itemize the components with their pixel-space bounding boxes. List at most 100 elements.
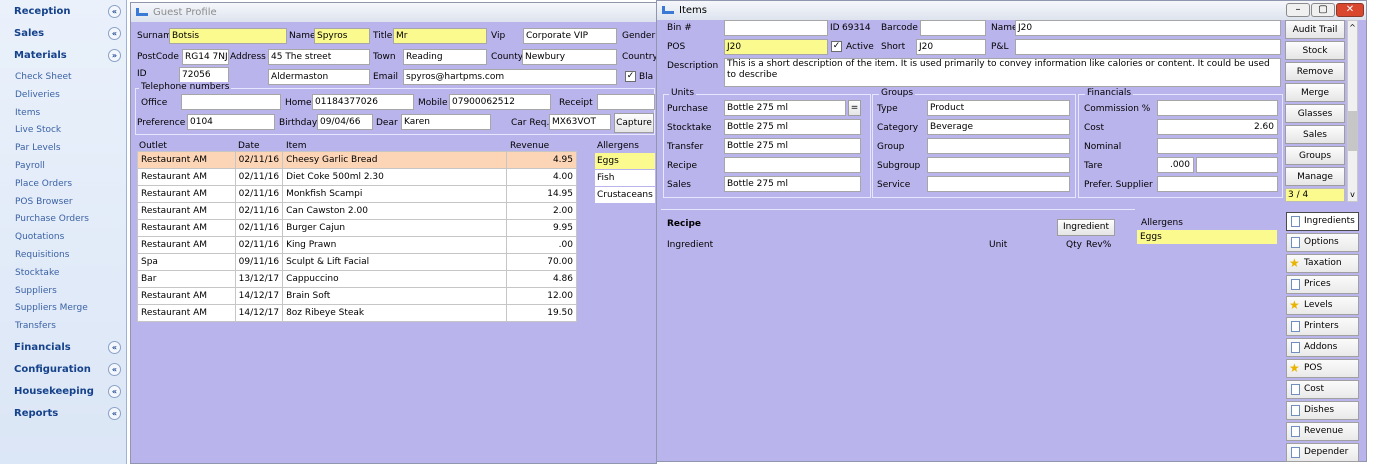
subgroup-field[interactable]	[927, 157, 1070, 173]
remove-button[interactable]: Remove	[1285, 62, 1345, 81]
group-field[interactable]	[927, 138, 1070, 154]
nav-section-reports[interactable]: Reports «	[0, 404, 127, 424]
sidebar-item-suppliers[interactable]: Suppliers	[15, 282, 57, 300]
transfer-field[interactable]: Bottle 275 ml	[724, 138, 861, 154]
allergen-item[interactable]: Fish	[595, 170, 655, 186]
tab-ingredients[interactable]: Ingredients	[1286, 212, 1359, 231]
dear-field[interactable]: Karen	[401, 114, 491, 130]
items-titlebar[interactable]: Items – ▢ ✕	[657, 1, 1366, 20]
table-row[interactable]: Restaurant AM 02/11/16 Monkfish Scampi 14.9…	[137, 185, 577, 203]
stock-button[interactable]: Stock	[1285, 41, 1345, 60]
chevron-icon[interactable]: «	[108, 27, 121, 40]
purchase-lookup-button[interactable]: =	[848, 100, 861, 116]
receipt-field[interactable]	[597, 94, 655, 110]
nav-section-sales[interactable]: Sales «	[0, 24, 127, 44]
audit-trail-button[interactable]: Audit Trail	[1285, 20, 1345, 39]
item-scrollbar[interactable]: ^ v	[1347, 20, 1358, 202]
sidebar-item-check-sheet[interactable]: Check Sheet	[15, 68, 72, 86]
chevron-icon[interactable]: «	[108, 341, 121, 354]
tab-options[interactable]: Options	[1286, 233, 1359, 252]
pl-field[interactable]	[1015, 39, 1281, 55]
nav-section-materials[interactable]: Materials»	[0, 46, 127, 66]
short-field[interactable]: J20	[916, 39, 986, 55]
category-field[interactable]: Beverage	[927, 119, 1070, 135]
nav-section-housekeeping[interactable]: Housekeeping «	[0, 382, 127, 402]
chevron-icon[interactable]: «	[108, 363, 121, 376]
commission-field[interactable]	[1157, 100, 1278, 116]
item-name-field[interactable]: J20	[1015, 20, 1281, 36]
allergen-item[interactable]: Eggs	[1137, 230, 1277, 244]
tab-pos[interactable]: ★ POS	[1286, 359, 1359, 378]
scroll-down-icon[interactable]: v	[1348, 190, 1357, 199]
address2-field[interactable]: Aldermaston	[268, 69, 370, 85]
allergen-item[interactable]: Eggs	[595, 153, 655, 169]
home-field[interactable]: 01184377026	[312, 94, 414, 110]
minimize-button[interactable]: –	[1286, 3, 1310, 17]
office-field[interactable]	[181, 94, 281, 110]
chevron-icon[interactable]: «	[108, 407, 121, 420]
sidebar-item-stocktake[interactable]: Stocktake	[15, 264, 59, 282]
vip-field[interactable]: Corporate VIP	[523, 28, 617, 44]
sales-unit-field[interactable]: Bottle 275 ml	[724, 176, 861, 192]
county-field[interactable]: Newbury	[522, 49, 617, 65]
chevron-icon[interactable]: »	[108, 49, 121, 62]
sidebar-item-par-levels[interactable]: Par Levels	[15, 139, 61, 157]
sidebar-item-purchase-orders[interactable]: Purchase Orders	[15, 210, 89, 228]
sidebar-item-live-stock[interactable]: Live Stock	[15, 121, 61, 139]
stocktake-field[interactable]: Bottle 275 ml	[724, 119, 861, 135]
table-row[interactable]: Restaurant AM 14/12/17 Brain Soft 12.00	[137, 287, 577, 305]
carreq-field[interactable]: MX63VOT	[549, 114, 611, 130]
glasses-button[interactable]: Glasses	[1285, 104, 1345, 123]
sidebar-item-items[interactable]: Items	[15, 104, 40, 122]
table-row[interactable]: Restaurant AM 02/11/16 Burger Cajun 9.95	[137, 219, 577, 237]
tab-dishes[interactable]: Dishes	[1286, 401, 1359, 420]
add-ingredient-button[interactable]: Ingredient	[1057, 219, 1115, 236]
active-checkbox[interactable]: ✓	[831, 41, 842, 52]
sidebar-item-requisitions[interactable]: Requisitions	[15, 246, 69, 264]
allergen-item[interactable]: Crustaceans	[595, 187, 655, 203]
chevron-icon[interactable]: «	[108, 5, 121, 18]
tab-depender[interactable]: Depender	[1286, 443, 1359, 462]
close-button[interactable]: ✕	[1336, 3, 1364, 17]
tab-cost[interactable]: Cost	[1286, 380, 1359, 399]
email-field[interactable]: spyros@hartpms.com	[403, 69, 617, 85]
table-row[interactable]: Restaurant AM 14/12/17 8oz Ribeye Steak 19.…	[137, 304, 577, 322]
preference-field[interactable]: 0104	[187, 114, 275, 130]
capture-button[interactable]: Capture	[614, 113, 654, 133]
type-field[interactable]: Product	[927, 100, 1070, 116]
tab-revenue[interactable]: Revenue	[1286, 422, 1359, 441]
sidebar-item-deliveries[interactable]: Deliveries	[15, 86, 60, 104]
table-row[interactable]: Restaurant AM 02/11/16 Cheesy Garlic Bread…	[137, 151, 577, 169]
nav-section-financials[interactable]: Financials «	[0, 338, 127, 358]
sidebar-item-suppliers-merge[interactable]: Suppliers Merge	[15, 299, 88, 317]
pos-field[interactable]: J20	[724, 39, 828, 55]
tab-printers[interactable]: Printers	[1286, 317, 1359, 336]
table-row[interactable]: Restaurant AM 02/11/16 Diet Coke 500ml 2.3…	[137, 168, 577, 186]
scroll-up-icon[interactable]: ^	[1348, 23, 1357, 32]
service-field[interactable]	[927, 176, 1070, 192]
sales-button[interactable]: Sales	[1285, 125, 1345, 144]
scrollbar-thumb[interactable]	[1348, 111, 1357, 151]
id-field[interactable]: 72056	[179, 67, 229, 83]
maximize-button[interactable]: ▢	[1311, 3, 1335, 17]
barcode-field[interactable]	[920, 20, 986, 36]
tab-levels[interactable]: ★ Levels	[1286, 296, 1359, 315]
prefer-supplier-field[interactable]	[1157, 176, 1278, 192]
sidebar-item-transfers[interactable]: Transfers	[15, 317, 56, 335]
nav-section-reception[interactable]: Reception «	[0, 2, 127, 22]
nav-section-configuration[interactable]: Configuration «	[0, 360, 127, 380]
table-row[interactable]: Bar 13/12/17 Cappuccino 4.86	[137, 270, 577, 288]
surname-field[interactable]: Botsis	[169, 28, 287, 44]
sidebar-item-place-orders[interactable]: Place Orders	[15, 175, 72, 193]
mobile-field[interactable]: 07900062512	[449, 94, 551, 110]
guest-profile-titlebar[interactable]: Guest Profile	[131, 3, 656, 22]
birthday-field[interactable]: 09/04/66	[317, 114, 373, 130]
chevron-icon[interactable]: «	[108, 385, 121, 398]
manage-button[interactable]: Manage	[1285, 167, 1345, 186]
groups-button[interactable]: Groups	[1285, 146, 1345, 165]
nominal-field[interactable]	[1157, 138, 1278, 154]
address-field[interactable]: 45 The street	[268, 49, 370, 65]
bin-field[interactable]	[724, 20, 828, 36]
sidebar-item-quotations[interactable]: Quotations	[15, 228, 64, 246]
sidebar-item-pos-browser[interactable]: POS Browser	[15, 193, 73, 211]
